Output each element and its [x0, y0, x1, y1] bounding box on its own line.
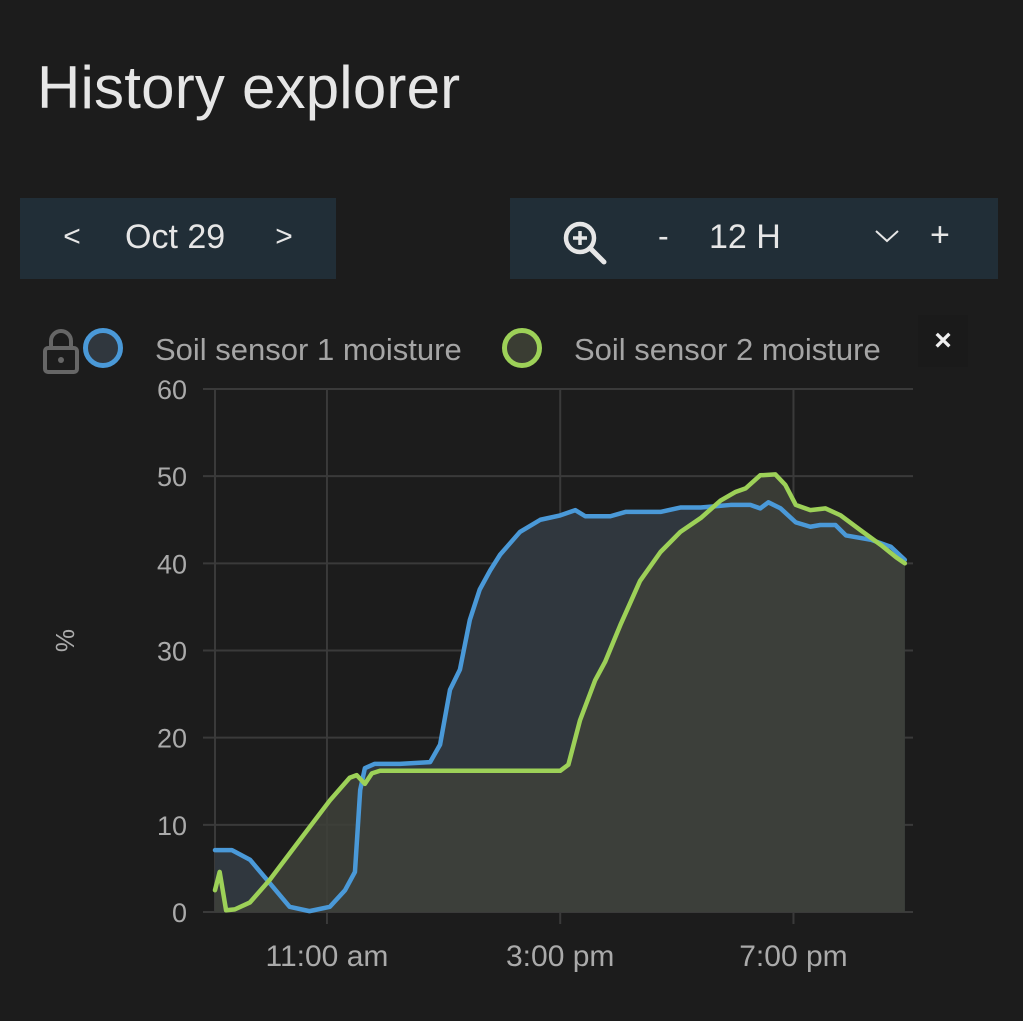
legend-label: Soil sensor 1 moisture — [155, 332, 462, 367]
y-tick-label: 60 — [157, 375, 187, 405]
current-date[interactable]: Oct 29 — [125, 218, 225, 257]
y-tick-label: 20 — [157, 724, 187, 754]
x-tick-label: 3:00 pm — [506, 940, 614, 973]
history-explorer-card: History explorer < Oct 29 > - 12 H + Soi… — [0, 0, 1023, 1021]
legend-swatch-sensor-1 — [83, 328, 123, 368]
increase-range-button[interactable]: + — [930, 216, 950, 255]
y-axis-label: % — [50, 629, 80, 652]
previous-day-button[interactable]: < — [57, 220, 87, 254]
zoom-in-icon[interactable] — [560, 218, 610, 268]
y-tick-label: 50 — [157, 462, 187, 492]
y-tick-label: 0 — [172, 898, 187, 928]
time-range-controls: - 12 H + — [510, 198, 998, 279]
y-tick-label: 30 — [157, 637, 187, 667]
chevron-down-icon[interactable] — [874, 228, 900, 244]
date-navigator: < Oct 29 > — [20, 198, 336, 279]
decrease-range-button[interactable]: - — [658, 218, 669, 255]
next-day-button[interactable]: > — [269, 220, 299, 254]
y-tick-label: 40 — [157, 549, 187, 579]
x-tick-label: 11:00 am — [266, 940, 389, 973]
y-tick-label: 10 — [157, 811, 187, 841]
legend-swatch-sensor-2 — [502, 328, 542, 368]
moisture-chart: 0 10 20 30 40 50 60 11:00 am 3:00 pm 7:00 pm% — [0, 370, 1023, 1010]
page-title: History explorer — [37, 54, 461, 121]
legend-label: Soil sensor 2 moisture — [574, 332, 881, 367]
x-tick-label: 7:00 pm — [739, 940, 847, 973]
lock-icon[interactable] — [42, 328, 80, 374]
range-select[interactable]: 12 H — [709, 218, 781, 257]
chart-canvas: 0 10 20 30 40 50 60 11:00 am 3:00 pm 7:00 pm% — [50, 375, 913, 973]
close-icon[interactable]: × — [918, 315, 968, 367]
